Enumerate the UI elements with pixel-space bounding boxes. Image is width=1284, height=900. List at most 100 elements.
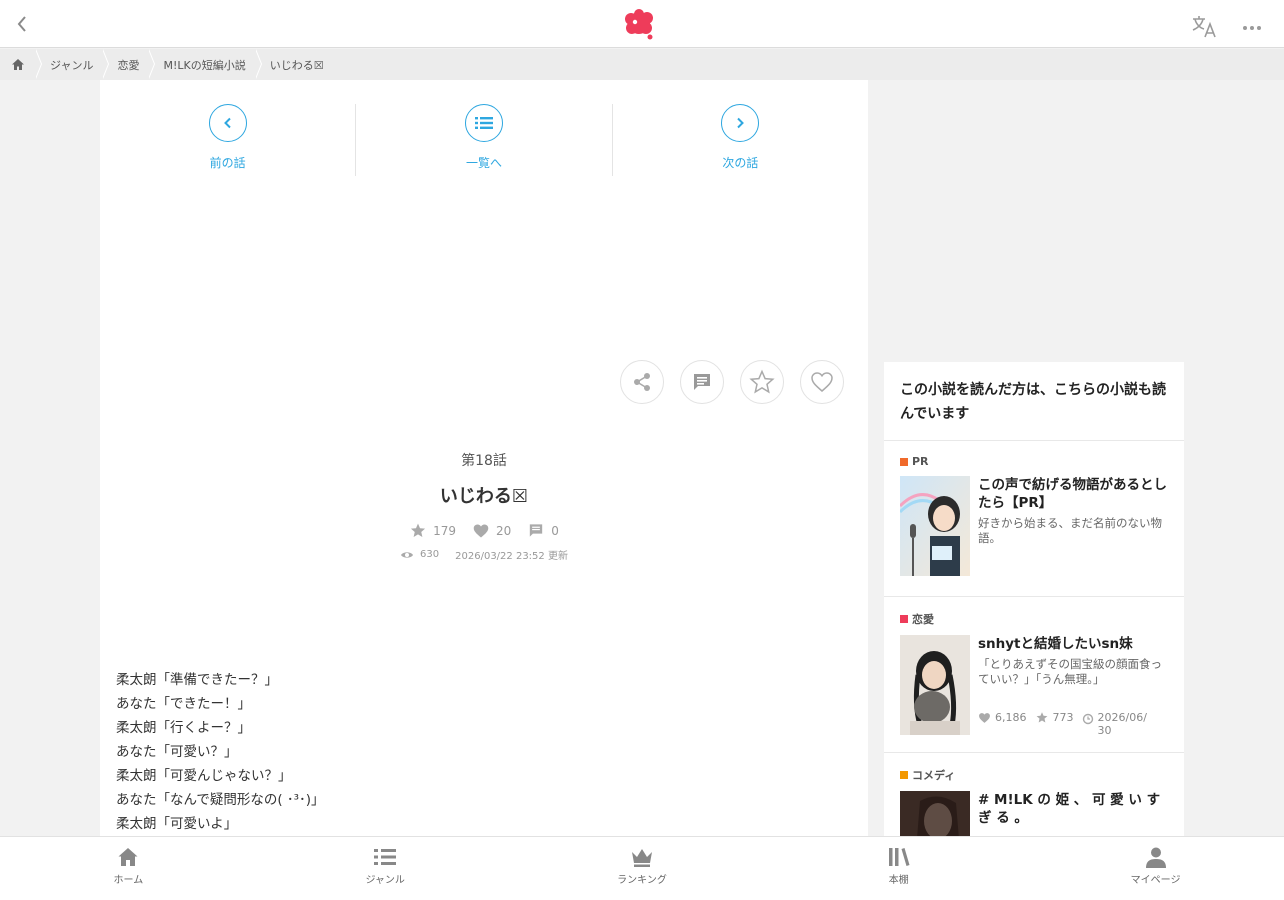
episode-number: 第18話 [461, 453, 507, 469]
story-line: あなた「可愛い？」 [116, 744, 238, 760]
heart-outline-icon [811, 372, 833, 392]
story-line: 柔太朗「可愛いよ」 [116, 816, 238, 832]
next-circle [721, 104, 760, 142]
share-button[interactable] [620, 360, 664, 404]
comment-icon [530, 524, 543, 537]
tab-label: ジャンル [365, 875, 405, 886]
site-logo[interactable] [620, 6, 658, 42]
main-content: 前の話 一覧へ 次の話 第18話 いじわる☒ 179 20 0 630 2026… [100, 80, 868, 836]
story-line: 柔太朗「可愛んじゃない？」 [116, 768, 292, 784]
star-icon [411, 523, 426, 537]
breadcrumb-label: 恋愛 [117, 58, 140, 72]
logo-icon [625, 9, 653, 40]
tab-mypage[interactable]: マイページ [1027, 837, 1284, 900]
recommendation-title-text: # M!LK の 姫 、 可 愛 い す ぎ る 。 [978, 792, 1161, 826]
recommendation-panel: この小説を読んだ方は、こちらの小説も読んでいます PR この声で紡げる物語がある… [884, 362, 1184, 836]
episode-header: 第18話 いじわる☒ 179 20 0 630 2026/03/22 23:52… [100, 450, 868, 562]
rec-like-count: 6,186 [978, 711, 1027, 724]
story-line: 柔太朗「行くよー？」 [116, 720, 251, 736]
rec-like-value: 6,186 [995, 711, 1027, 724]
episode-actions [620, 360, 844, 404]
update-clock-icon [1082, 713, 1093, 725]
story-line: 柔太朗「準備できたー？」 [116, 672, 278, 688]
prev-circle [208, 104, 247, 142]
chevron-left-icon [17, 16, 26, 32]
chevron-left-icon [223, 117, 231, 129]
breadcrumb-label: M!LKの短編小説 [163, 58, 246, 72]
story-line: あなた「できたー！」 [116, 696, 251, 712]
user-icon [1145, 847, 1166, 868]
list-circle [464, 104, 503, 142]
comment-icon [694, 374, 710, 390]
recommendation-desc: 好きから始まる、まだ名前のない物語。 [978, 516, 1162, 545]
updated-at: 2026/03/22 23:52 更新 [455, 551, 568, 562]
anime-girl-microphone-image [898, 476, 970, 576]
translate-icon [1192, 16, 1216, 38]
episode-stats: 179 20 0 [100, 522, 868, 539]
tab-bookshelf[interactable]: 本棚 [770, 837, 1027, 900]
tab-label: ホーム [113, 875, 144, 886]
back-button[interactable] [12, 12, 34, 36]
tab-label: ランキング [617, 875, 667, 886]
genre-color-dot [900, 457, 908, 466]
genre-tag: PR [900, 455, 1168, 468]
more-button[interactable] [1240, 15, 1264, 39]
recommendation-item[interactable]: PR この声で紡げる物語があるとしたら【PR】 好きから始まる、まだ名前のない物… [884, 441, 1184, 597]
recommendation-desc: 「とりあえずその国宝級の顔面食っていい？」「うん無理。」 [978, 657, 1162, 686]
genre-color-dot [900, 615, 908, 623]
breadcrumb-item-series[interactable]: M!LKの短編小説 [148, 49, 255, 80]
breadcrumb-item-genre[interactable]: ジャンル [34, 49, 103, 80]
star-button[interactable] [740, 360, 784, 404]
heart-icon [473, 523, 489, 538]
chevron-right-icon [737, 117, 745, 129]
heart-icon [979, 712, 990, 723]
translate-button[interactable] [1190, 13, 1218, 39]
crown-icon [631, 849, 652, 867]
recommendation-title-text: snhytと結婚したいsn妹 [978, 636, 1133, 652]
rec-star-value: 773 [1052, 711, 1074, 724]
recommendation-thumbnail[interactable] [900, 791, 970, 836]
tab-genre[interactable]: ジャンル [257, 837, 514, 900]
star-count-value: 179 [433, 523, 456, 538]
like-button[interactable] [800, 360, 844, 404]
genre-label: PR [912, 455, 929, 468]
comment-count-value: 0 [551, 523, 559, 538]
genre-tag: コメディ [900, 767, 1168, 783]
breadcrumb: ジャンル 恋愛 M!LKの短編小説 いじわる☒ [0, 49, 1284, 80]
recommendation-thumbnail[interactable] [900, 635, 970, 735]
share-icon [634, 373, 650, 391]
tab-ranking[interactable]: ランキング [514, 837, 771, 900]
next-episode-button[interactable]: 次の話 [611, 104, 868, 176]
episode-list-button[interactable]: 一覧へ [355, 104, 611, 176]
story-line: あなた「なんで疑問形なの( ･³･)」 [116, 792, 325, 808]
breadcrumb-label: ジャンル [50, 58, 94, 72]
top-header [0, 0, 1284, 48]
recommendation-item[interactable]: 恋愛 snhytと結婚したいsn妹 「とりあえずその国宝級の顔面食っていい？」「… [884, 597, 1184, 753]
girl-portrait-image [900, 791, 970, 836]
bottom-nav: ホーム ジャンル ランキング 本棚 マイページ [0, 836, 1284, 900]
rec-updated-value: 2026/06/30 [1097, 711, 1147, 737]
tab-label: マイページ [1130, 875, 1181, 886]
genre-label: 恋愛 [912, 613, 934, 626]
tab-home[interactable]: ホーム [0, 837, 257, 900]
prev-episode-button[interactable]: 前の話 [100, 104, 355, 176]
recommendation-thumbnail[interactable] [898, 476, 970, 576]
breadcrumb-home[interactable] [0, 49, 36, 80]
prev-episode-label: 前の話 [209, 156, 246, 170]
star-icon [1036, 712, 1047, 723]
comment-button[interactable] [680, 360, 724, 404]
episode-title: いじわる☒ [439, 486, 529, 507]
girl-with-cat-image [900, 635, 970, 735]
episode-meta: 630 2026/03/22 23:52 更新 [100, 547, 868, 562]
genre-color-dot [900, 771, 908, 779]
list-icon [474, 117, 493, 129]
recommendation-item[interactable]: コメディ # M!LK の 姫 、 可 愛 い す ぎ る 。 [884, 753, 1184, 836]
home-icon [118, 848, 138, 866]
like-count-value: 20 [495, 523, 512, 538]
recommendation-stats: 6,186 773 2026/06/30 [978, 711, 1168, 737]
rec-star-count: 773 [1035, 711, 1074, 724]
rec-updated: 2026/06/30 [1082, 711, 1154, 737]
breadcrumb-item-romance[interactable]: 恋愛 [102, 49, 149, 80]
breadcrumb-label: いじわる☒ [269, 58, 324, 72]
episode-list-label: 一覧へ [465, 156, 502, 170]
